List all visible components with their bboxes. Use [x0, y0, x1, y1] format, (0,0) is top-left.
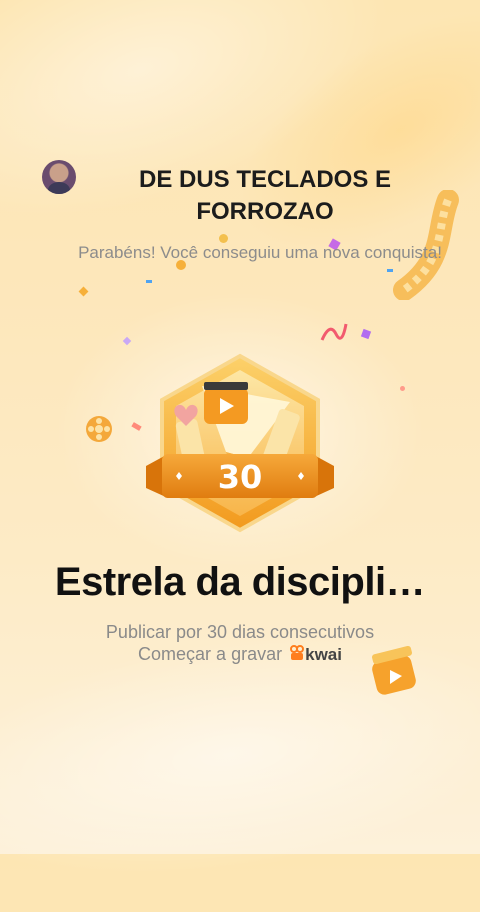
- congrats-message: Parabéns! Você conseguiu uma nova conqui…: [78, 243, 442, 262]
- kwai-logo-icon: [290, 643, 305, 667]
- confetti-icon: [387, 269, 393, 272]
- background-glow: [0, 0, 428, 274]
- badge-number: 30: [218, 458, 263, 496]
- confetti-icon: [146, 280, 152, 283]
- username: DE DUS TECLADOS E FORROZAO: [138, 166, 392, 225]
- achievement-title: Estrela da discipli…: [54, 560, 426, 604]
- confetti-icon: [360, 328, 372, 340]
- film-reel-icon: [86, 416, 112, 442]
- start-recording-label: Começar a gravar: [138, 644, 283, 664]
- confetti-icon: [400, 386, 405, 391]
- confetti-icon: [78, 286, 89, 297]
- confetti-icon: [320, 323, 348, 341]
- avatar[interactable]: [42, 160, 76, 194]
- achievement-badge-icon: 30: [146, 353, 334, 533]
- kwai-brand-text: kwai: [305, 645, 342, 665]
- confetti-icon: [122, 336, 132, 346]
- video-camera-decoration-icon: [372, 645, 416, 695]
- achievement-description: Publicar por 30 dias consecutivos: [105, 622, 375, 642]
